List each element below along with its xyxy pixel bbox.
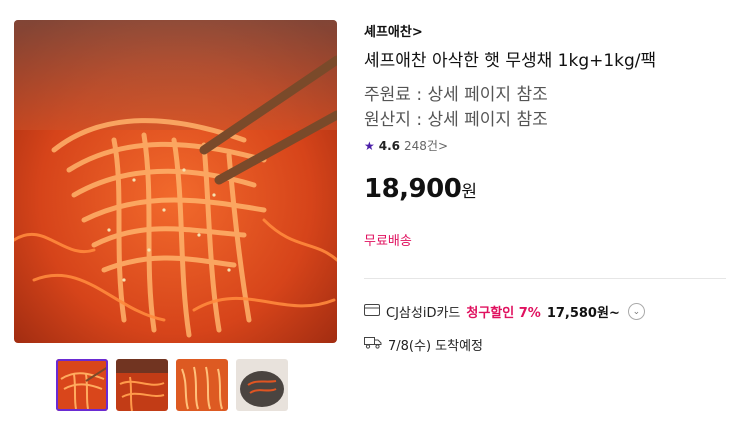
product-title: 셰프애찬 아삭한 햇 무생채 1kg+1kg/팩 <box>364 51 657 71</box>
card-discount-row[interactable]: CJ삼성iD카드 청구할인 7% 17,580원~ ⌄ <box>364 302 645 321</box>
review-count: 248건> <box>404 139 449 153</box>
chevron-down-icon[interactable]: ⌄ <box>627 303 645 320</box>
price: 18,900원 <box>364 174 477 204</box>
thumbnail-strip <box>56 359 288 411</box>
discounted-price: 17,580원~ <box>546 306 620 321</box>
ingredients-text: 주원료 : 상세 페이지 참조 <box>364 85 548 105</box>
food-photo-3-icon <box>176 359 228 411</box>
main-product-image <box>14 20 337 343</box>
thumbnail-3[interactable] <box>176 359 228 411</box>
card-name: CJ삼성iD카드 <box>386 306 461 321</box>
chevron-right-icon: > <box>411 25 423 40</box>
brand-link[interactable]: 셰프애찬> <box>364 21 423 40</box>
chevron-right-icon: > <box>437 139 449 153</box>
food-photo-1-icon <box>56 359 108 411</box>
discount-label: 청구할인 7% <box>466 306 541 321</box>
credit-card-icon <box>364 303 380 320</box>
delivery-row: 7/8(수) 도착예정 <box>364 335 483 354</box>
shipping-badge: 무료배송 <box>364 234 412 249</box>
food-photo-4-icon <box>236 359 288 411</box>
delivery-date: 7/8(수) 도착예정 <box>388 339 483 354</box>
star-icon: ★ <box>364 138 375 153</box>
origin-text: 원산지 : 상세 페이지 참조 <box>364 110 548 130</box>
rating-summary[interactable]: ★ 4.6 248건> <box>364 137 448 154</box>
delivery-truck-icon <box>364 336 382 353</box>
rating-score: 4.6 <box>378 138 401 153</box>
thumbnail-1[interactable] <box>56 359 108 411</box>
price-currency: 원 <box>461 182 477 202</box>
brand-name: 셰프애찬 <box>364 25 412 40</box>
thumbnail-2[interactable] <box>116 359 168 411</box>
thumbnail-4[interactable] <box>236 359 288 411</box>
food-photo-2-icon <box>116 359 168 411</box>
divider <box>364 278 726 279</box>
price-value: 18,900 <box>364 174 462 204</box>
